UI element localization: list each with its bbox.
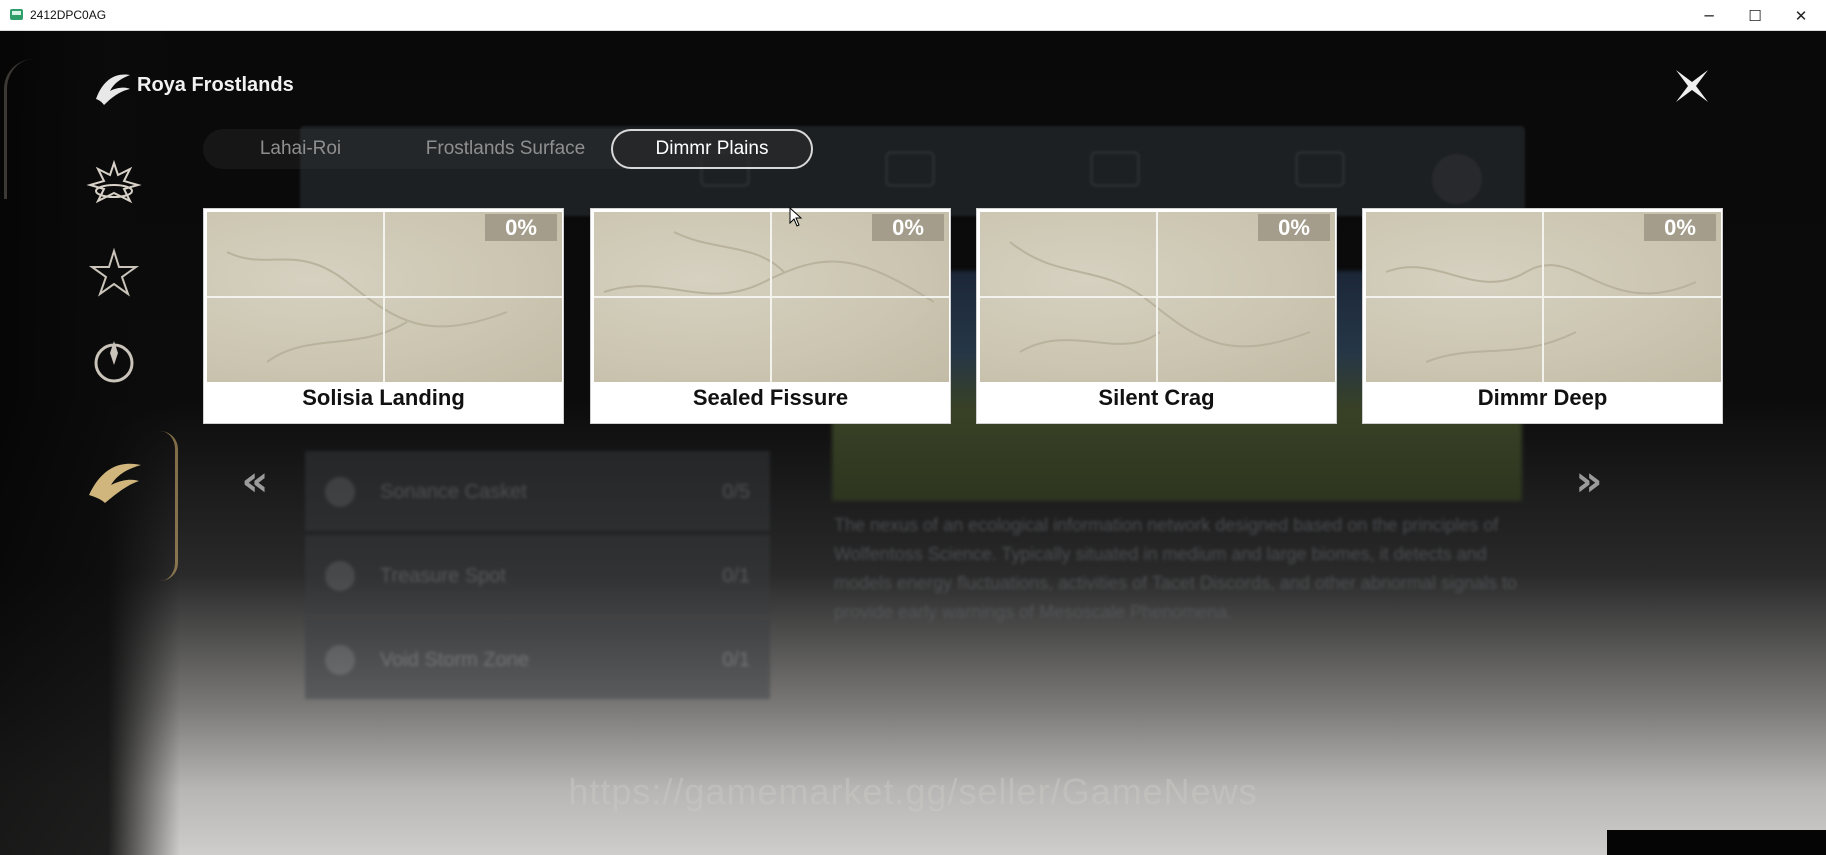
- area-name: Sealed Fissure: [692, 385, 849, 410]
- overlay-bar: [1607, 830, 1826, 855]
- maximize-button[interactable]: ☐: [1732, 0, 1778, 31]
- area-card-dimmr-deep[interactable]: 0% Dimmr Deep: [1362, 208, 1723, 424]
- area-progress-badge: 0%: [485, 214, 557, 241]
- area-card-solisia-landing[interactable]: 0% Solisia Landing: [203, 208, 564, 424]
- subregion-tabs: Lahai-Roi Frostlands Surface Dimmr Plain…: [203, 129, 813, 169]
- list-item-count: 0/5: [722, 481, 750, 503]
- area-card-silent-crag[interactable]: 0% Silent Crag: [976, 208, 1337, 424]
- list-item-count: 0/1: [722, 565, 750, 587]
- wing-crest-icon: [86, 159, 142, 204]
- background-collectible-list: Sonance Casket 0/5 Treasure Spot 0/1 Voi…: [305, 451, 770, 703]
- nav-item-region-3[interactable]: [82, 329, 146, 393]
- storm-icon: [325, 645, 355, 675]
- nav-arc-decoration: [4, 59, 34, 199]
- area-card-sealed-fissure[interactable]: 0% Sealed Fissure: [590, 208, 951, 424]
- region-logo-icon: [96, 74, 130, 105]
- area-name: Dimmr Deep: [1477, 385, 1608, 410]
- next-page-arrow[interactable]: »: [1562, 460, 1606, 502]
- list-item-label: Void Storm Zone: [380, 649, 529, 671]
- close-icon[interactable]: [1670, 64, 1714, 108]
- area-name: Solisia Landing: [302, 385, 465, 410]
- tab-frostlands-surface[interactable]: Frostlands Surface: [398, 129, 613, 169]
- chest-icon: [1090, 151, 1140, 187]
- chest-icon: [1295, 151, 1345, 187]
- background-description: The nexus of an ecological information n…: [834, 515, 1518, 622]
- tab-lahai-roi[interactable]: Lahai-Roi: [203, 129, 398, 169]
- list-item-label: Treasure Spot: [380, 565, 506, 587]
- tab-dimmr-plains[interactable]: Dimmr Plains: [611, 129, 813, 169]
- list-item: Void Storm Zone 0/1: [305, 619, 770, 699]
- area-progress-badge: 0%: [1258, 214, 1330, 241]
- nav-item-region-2[interactable]: [82, 241, 146, 305]
- star-crest-icon: [88, 247, 140, 297]
- game-viewport: Sonance Casket 0/5 Treasure Spot 0/1 Voi…: [0, 31, 1826, 855]
- app-icon: [10, 9, 23, 20]
- emblem-icon: [1432, 154, 1482, 204]
- window-title: 2412DPC0AG: [30, 8, 107, 22]
- watermark-text: https://gamemarket.gg/seller/GameNews: [568, 771, 1258, 812]
- active-nav-indicator: [160, 431, 178, 581]
- area-progress-badge: 0%: [1644, 214, 1716, 241]
- treasure-icon: [325, 561, 355, 591]
- list-item: Treasure Spot 0/1: [305, 535, 770, 615]
- minimize-button[interactable]: ─: [1686, 0, 1732, 31]
- chest-icon: [885, 151, 935, 187]
- mouse-cursor-icon: [789, 207, 803, 227]
- nav-item-region-1[interactable]: [82, 151, 146, 215]
- area-name: Silent Crag: [1098, 385, 1215, 410]
- list-item-count: 0/1: [722, 649, 750, 671]
- close-window-button[interactable]: ✕: [1778, 0, 1824, 31]
- ring-crest-icon: [94, 341, 134, 383]
- previous-page-arrow[interactable]: «: [228, 460, 272, 502]
- window-titlebar: 2412DPC0AG ─ ☐ ✕: [0, 0, 1826, 31]
- nav-item-roya-frostlands[interactable]: [82, 451, 146, 515]
- frost-wing-icon: [89, 463, 141, 503]
- casket-icon: [325, 477, 355, 507]
- list-item-label: Sonance Casket: [380, 481, 527, 503]
- list-item: Sonance Casket 0/5: [305, 451, 770, 531]
- region-title: Roya Frostlands: [137, 74, 294, 96]
- area-progress-badge: 0%: [872, 214, 944, 241]
